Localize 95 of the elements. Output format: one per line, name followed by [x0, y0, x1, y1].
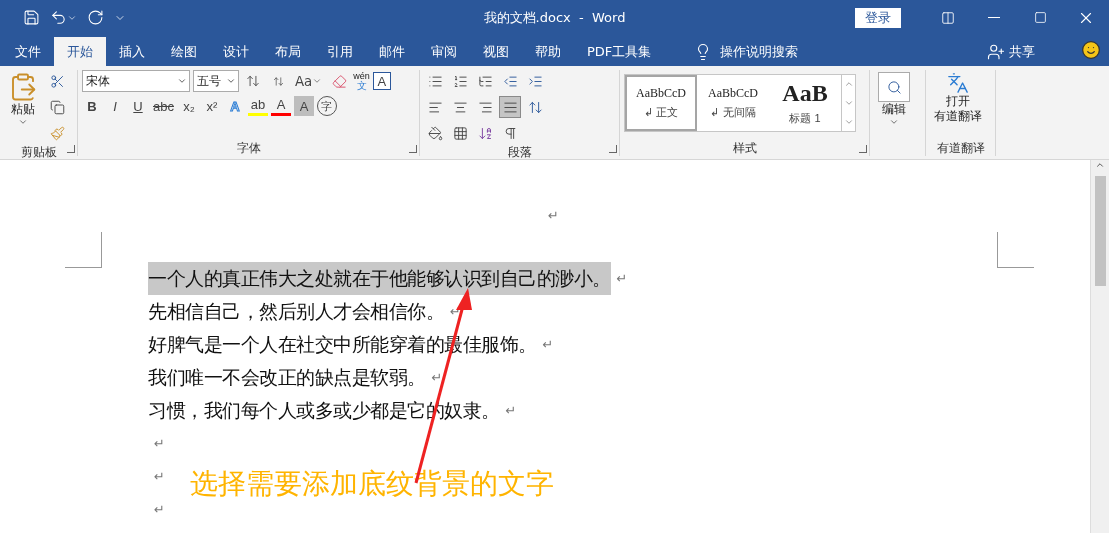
- phonetic-guide-button[interactable]: wén 文: [353, 71, 370, 91]
- font-effect-button[interactable]: ab: [247, 96, 268, 116]
- search-icon: [886, 79, 902, 95]
- font-name-field[interactable]: 宋体: [82, 70, 190, 92]
- ribbon-tab[interactable]: 绘图: [158, 37, 210, 66]
- align-right-icon: [477, 99, 493, 115]
- up-down-arrow-icon: [272, 75, 284, 87]
- font-effect-button[interactable]: A: [293, 96, 314, 116]
- ribbon-tab[interactable]: 帮助: [522, 37, 574, 66]
- vertical-scrollbar[interactable]: [1090, 160, 1109, 533]
- up-down-arrow-icon: [527, 99, 543, 115]
- align-left-icon: [427, 99, 443, 115]
- maximize-icon: [1033, 11, 1047, 24]
- font-effect-button[interactable]: A: [270, 96, 291, 116]
- paragraph-mark: ↵: [154, 502, 165, 517]
- caret-icon: [889, 117, 899, 127]
- translate-icon: [947, 72, 969, 94]
- group-label: 样式: [732, 140, 757, 156]
- paintbrush-icon: [49, 125, 65, 141]
- window-title: 我的文档.docx - Word: [483, 9, 626, 27]
- paste-button[interactable]: 粘贴: [4, 70, 42, 144]
- paragraph-mark: ↵: [505, 403, 517, 418]
- ribbon-tab[interactable]: 引用: [314, 37, 366, 66]
- window-icon: [941, 10, 955, 25]
- ribbon-tab[interactable]: 设计: [210, 37, 262, 66]
- margin-corner-mark: [997, 232, 1034, 268]
- editing-button[interactable]: 编辑: [874, 70, 914, 156]
- scissors-icon: [49, 73, 65, 89]
- launcher-icon[interactable]: [609, 145, 617, 153]
- scrollbar-thumb[interactable]: [1094, 176, 1106, 286]
- indent-icon: [527, 73, 543, 89]
- tell-me-search[interactable]: 操作说明搜索: [688, 37, 805, 66]
- minimize-icon: [988, 16, 1000, 19]
- align-center-icon: [452, 99, 468, 115]
- font-size-field[interactable]: 五号: [193, 70, 239, 92]
- smiley-icon: [1081, 40, 1101, 60]
- caret-icon: [312, 76, 323, 86]
- format-button[interactable]: x²: [201, 96, 222, 116]
- format-button[interactable]: U: [128, 96, 148, 116]
- font-effect-button[interactable]: 字: [316, 96, 337, 116]
- margin-corner-mark: [65, 232, 102, 268]
- group-label: 字体: [236, 140, 261, 156]
- list-icon: [427, 73, 443, 89]
- sort-icon: [477, 125, 493, 141]
- eraser-icon: [331, 73, 347, 89]
- login-button[interactable]: 登录: [855, 7, 901, 28]
- ribbon-tab[interactable]: 邮件: [366, 37, 418, 66]
- ribbon-tab[interactable]: 开始: [54, 37, 106, 66]
- paragraph-mark: ↵: [154, 436, 165, 451]
- annotation-text: 选择需要添加底纹背景的文字: [190, 466, 554, 502]
- user-plus-icon: [987, 42, 1005, 61]
- format-button[interactable]: x₂: [178, 96, 199, 116]
- translate-button[interactable]: 打开 有道翻译: [930, 70, 986, 140]
- caret-icon: [177, 76, 187, 86]
- outdent-icon: [502, 73, 518, 89]
- format-button[interactable]: abc: [151, 96, 176, 116]
- ribbon-tab[interactable]: 文件: [2, 37, 54, 66]
- launcher-icon[interactable]: [409, 145, 417, 153]
- share-button[interactable]: 共享: [981, 37, 1041, 66]
- group-label: 有道翻译: [936, 140, 985, 156]
- caret-icon: [226, 76, 236, 86]
- justify-icon: [502, 99, 518, 115]
- group-label: 剪贴板: [20, 144, 57, 160]
- style-item[interactable]: AaBbCcD ↲ 正文: [625, 75, 697, 131]
- launcher-icon[interactable]: [67, 145, 75, 153]
- paint-bucket-icon: [427, 125, 443, 141]
- ribbon-tab[interactable]: PDF工具集: [574, 37, 665, 66]
- tree-list-icon: [477, 73, 493, 89]
- caret-up-icon: [1095, 160, 1105, 170]
- caret-icon: [18, 117, 28, 127]
- grid-icon: [452, 125, 468, 141]
- format-button[interactable]: B: [82, 96, 102, 116]
- save-icon: [23, 9, 40, 26]
- launcher-icon[interactable]: [859, 145, 867, 153]
- redo-icon: [87, 9, 104, 26]
- pilcrow-icon: [502, 125, 518, 141]
- paragraph-mark: ↵: [542, 337, 554, 352]
- paragraph-mark: ↵: [154, 469, 165, 484]
- up-down-arrow-icon: [246, 74, 260, 88]
- character-border-button[interactable]: A: [372, 72, 391, 90]
- copy-icon: [49, 99, 65, 115]
- undo-icon: [50, 9, 67, 26]
- ribbon-tab[interactable]: 审阅: [418, 37, 470, 66]
- paragraph-mark: ↵: [548, 208, 559, 225]
- ribbon-tab[interactable]: 布局: [262, 37, 314, 66]
- justify-button[interactable]: [499, 96, 521, 118]
- change-case-button[interactable]: Aa: [292, 70, 326, 92]
- ribbon-tab[interactable]: 插入: [106, 37, 158, 66]
- ribbon-tab[interactable]: 视图: [470, 37, 522, 66]
- caret-icon: [843, 98, 854, 108]
- numbered-list-icon: [452, 73, 468, 89]
- group-label: 段落: [507, 144, 532, 160]
- format-button[interactable]: I: [105, 96, 125, 116]
- paragraph-mark: ↵: [431, 370, 443, 385]
- paragraph-mark: ↵: [616, 271, 628, 286]
